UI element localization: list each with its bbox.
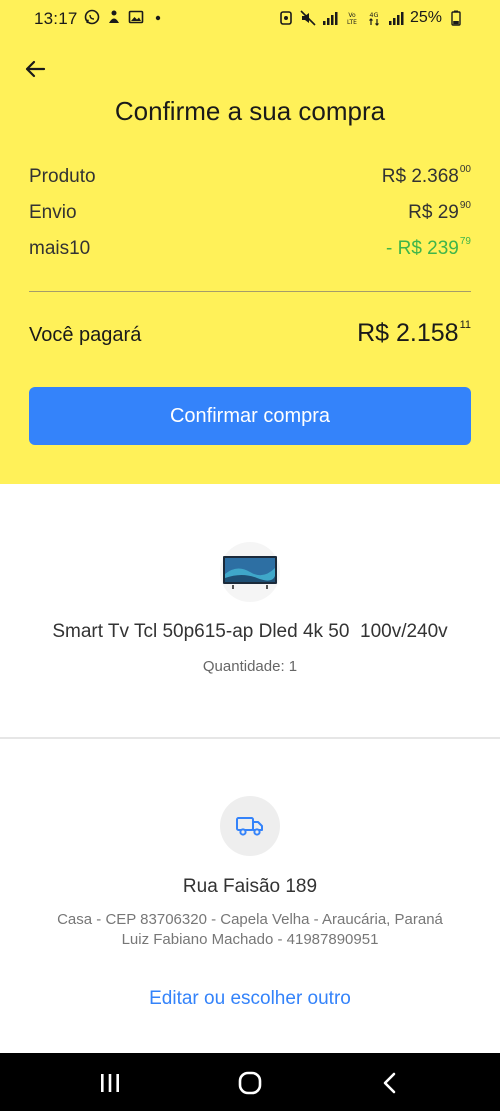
total-cents: 11 bbox=[459, 319, 471, 331]
navigation-bar bbox=[0, 1053, 500, 1111]
recents-icon bbox=[101, 1074, 119, 1092]
produto-amount: R$ 2.36800 bbox=[381, 164, 471, 188]
status-bar: 13:17 Vo LTE 4G 25% bbox=[0, 0, 500, 38]
mute-icon bbox=[300, 10, 316, 26]
tv-icon bbox=[223, 556, 277, 589]
section-divider bbox=[0, 737, 500, 739]
status-left-icons bbox=[84, 9, 166, 25]
home-icon bbox=[238, 1071, 262, 1095]
produto-value: R$ 2.368 bbox=[381, 166, 459, 187]
envio-value: R$ 29 bbox=[408, 202, 459, 223]
summary-row-discount: mais10 - R$ 23979 bbox=[29, 236, 471, 260]
whatsapp-icon bbox=[84, 9, 100, 25]
system-back-button[interactable] bbox=[360, 1063, 420, 1103]
product-name: Smart Tv Tcl 50p615-ap Dled 4k 50 100v/2… bbox=[52, 621, 448, 642]
produto-label: Produto bbox=[29, 166, 96, 187]
produto-cents: 00 bbox=[459, 164, 471, 175]
address-details: Casa - CEP 83706320 - Capela Velha - Ara… bbox=[57, 911, 443, 928]
back-button[interactable] bbox=[18, 52, 52, 86]
signal-icon bbox=[322, 10, 338, 26]
status-right-icons: Vo LTE 4G 25% bbox=[278, 9, 464, 27]
summary-divider bbox=[29, 291, 471, 292]
gallery-icon bbox=[128, 9, 144, 25]
status-time: 13:17 bbox=[34, 9, 78, 28]
envio-amount: R$ 2990 bbox=[408, 200, 471, 224]
home-button[interactable] bbox=[220, 1063, 280, 1103]
battery-percent: 25% bbox=[409, 9, 442, 26]
product-image bbox=[220, 542, 280, 602]
summary-row-produto: Produto R$ 2.36800 bbox=[29, 164, 471, 188]
summary-row-envio: Envio R$ 2990 bbox=[29, 200, 471, 224]
svg-text:4G: 4G bbox=[369, 11, 378, 19]
address-street: Rua Faisão 189 bbox=[182, 876, 318, 897]
envio-cents: 90 bbox=[459, 200, 471, 211]
volte-icon: Vo LTE bbox=[344, 10, 360, 26]
shipping-icon-container bbox=[220, 796, 280, 856]
envio-label: Envio bbox=[29, 202, 77, 223]
total-label: Você pagará bbox=[29, 324, 142, 346]
confirm-purchase-button[interactable]: Confirmar compra bbox=[29, 387, 471, 445]
discount-amount: - R$ 23979 bbox=[386, 236, 471, 260]
dot-icon bbox=[150, 9, 166, 25]
svg-text:LTE: LTE bbox=[347, 19, 357, 26]
chevron-left-icon bbox=[383, 1072, 396, 1094]
signal-icon-2 bbox=[388, 10, 404, 26]
discount-cents: 79 bbox=[459, 236, 471, 247]
recents-button[interactable] bbox=[80, 1063, 140, 1103]
battery-icon bbox=[448, 10, 464, 26]
discount-label: mais10 bbox=[29, 238, 91, 259]
edit-address-link[interactable]: Editar ou escolher outro bbox=[0, 988, 500, 1010]
total-amount: R$ 2.15811 bbox=[357, 319, 471, 348]
address-recipient: Luiz Fabiano Machado - 41987890951 bbox=[121, 931, 379, 948]
product-quantity: Quantidade: 1 bbox=[202, 658, 298, 675]
discount-value: - R$ 239 bbox=[386, 238, 459, 259]
truck-icon bbox=[236, 817, 263, 836]
page-title: Confirme a sua compra bbox=[114, 96, 386, 126]
alarm-icon bbox=[278, 10, 294, 26]
total-value: R$ 2.158 bbox=[357, 319, 459, 347]
data-4g-icon: 4G bbox=[366, 10, 382, 26]
svg-text:Vo: Vo bbox=[348, 12, 356, 19]
total-row: Você pagará R$ 2.15811 bbox=[29, 319, 471, 348]
arrow-left-icon bbox=[25, 60, 46, 78]
accessibility-icon bbox=[106, 9, 122, 25]
